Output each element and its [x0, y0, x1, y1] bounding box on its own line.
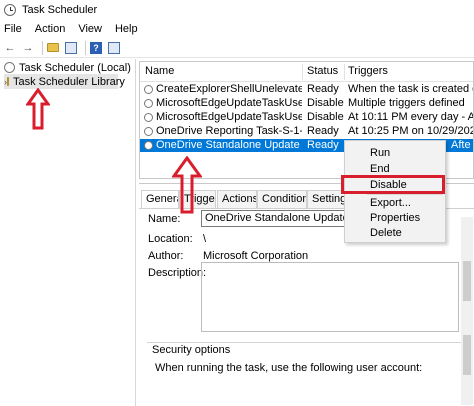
toolbar: ← → ? — [0, 38, 474, 58]
toolbar-separator — [42, 40, 43, 55]
task-triggers: At 10:11 PM every day - After — [348, 111, 473, 123]
security-options-heading: Security options — [152, 344, 231, 356]
description-label: Description: — [148, 267, 207, 279]
show-hide-tree-icon[interactable] — [64, 41, 78, 55]
author-value: Microsoft Corporation — [203, 250, 309, 262]
task-triggers: Multiple triggers defined — [348, 97, 465, 109]
task-triggers-visible-tail: Afte — [451, 139, 471, 151]
task-clock-icon — [144, 85, 153, 94]
scrollbar-thumb[interactable] — [463, 261, 471, 301]
location-value: \ — [203, 233, 207, 245]
table-row[interactable]: MicrosoftEdgeUpdateTaskUserS-1-5... Disa… — [140, 97, 473, 110]
security-options-text: When running the task, use the following… — [155, 362, 423, 374]
folder-icon — [47, 43, 59, 52]
folder-icon — [7, 77, 9, 86]
context-menu-properties[interactable]: Properties — [346, 210, 444, 226]
tree-library-label: Task Scheduler Library — [13, 75, 125, 88]
task-clock-icon — [144, 127, 153, 136]
window-title: Task Scheduler — [22, 4, 98, 16]
task-status: Disabled — [307, 97, 344, 109]
tab-conditions[interactable]: Conditions — [257, 190, 307, 208]
task-list-header: Name Status Triggers — [140, 62, 473, 82]
scrollbar-thumb[interactable] — [463, 335, 471, 375]
task-status: Ready — [307, 125, 339, 137]
details-scrollbar[interactable] — [461, 217, 473, 405]
column-separator[interactable] — [302, 64, 303, 80]
help-icon[interactable]: ? — [89, 41, 103, 55]
task-triggers: At 10:25 PM on 10/29/2024 - A — [348, 125, 473, 137]
question-mark-icon: ? — [90, 41, 102, 54]
task-name: OneDrive Reporting Task-S-1-5-21-... — [156, 125, 302, 137]
tree-item-task-scheduler-library[interactable]: › Task Scheduler Library — [4, 74, 125, 89]
column-header-status[interactable]: Status — [307, 65, 338, 77]
title-bar: Task Scheduler — [0, 0, 474, 20]
disable-highlight-box — [341, 175, 445, 194]
description-field[interactable] — [201, 262, 459, 332]
folder-up-icon[interactable] — [46, 41, 60, 55]
task-name-field[interactable]: OneDrive Standalone Update Task-S... — [201, 210, 355, 227]
location-label: Location: — [148, 233, 193, 245]
task-clock-icon — [144, 113, 153, 122]
name-label: Name: — [148, 213, 181, 225]
task-name: MicrosoftEdgeUpdateTaskUserS-1-5... — [156, 97, 302, 109]
menu-action[interactable]: Action — [35, 23, 66, 35]
annotation-arrow-up-icon — [172, 156, 202, 214]
task-clock-icon — [144, 141, 153, 150]
context-menu-delete[interactable]: Delete — [346, 225, 444, 241]
task-scheduler-clock-icon — [4, 4, 16, 16]
back-arrow-icon[interactable]: ← — [3, 41, 17, 55]
task-triggers: When the task is created or m — [348, 83, 473, 95]
tab-settings[interactable]: Settings — [307, 190, 345, 208]
panel-icon — [108, 41, 120, 54]
tree-root[interactable]: Task Scheduler (Local) — [4, 60, 131, 75]
menu-bar: File Action View Help — [0, 20, 474, 38]
toolbar-separator — [85, 40, 86, 55]
task-name: OneDrive Standalone Update Task-S... — [156, 139, 302, 151]
navigation-tree: Task Scheduler (Local) › Task Scheduler … — [0, 59, 136, 406]
table-row[interactable]: CreateExplorerShellUnelevatedTask Ready … — [140, 83, 473, 96]
column-header-name[interactable]: Name — [145, 65, 174, 77]
task-status: Ready — [307, 139, 339, 151]
menu-view[interactable]: View — [78, 23, 102, 35]
menu-file[interactable]: File — [4, 23, 22, 35]
author-label: Author: — [148, 250, 184, 262]
annotation-arrow-up-icon — [26, 88, 50, 130]
tree-root-label: Task Scheduler (Local) — [19, 61, 131, 74]
table-row[interactable]: MicrosoftEdgeUpdateTaskUserS-1-5... Disa… — [140, 111, 473, 124]
task-status: Ready — [307, 83, 339, 95]
column-header-triggers[interactable]: Triggers — [348, 65, 388, 77]
panel-icon — [65, 41, 77, 54]
context-menu-run[interactable]: Run — [346, 145, 444, 161]
table-row[interactable]: OneDrive Reporting Task-S-1-5-21-... Rea… — [140, 125, 473, 138]
task-name: CreateExplorerShellUnelevatedTask — [156, 83, 302, 95]
tab-actions[interactable]: Actions — [217, 190, 257, 208]
forward-arrow-icon[interactable]: → — [21, 41, 35, 55]
task-status: Disabled — [307, 111, 344, 123]
task-clock-icon — [144, 99, 153, 108]
action-pane-icon[interactable] — [107, 41, 121, 55]
clock-icon — [4, 62, 15, 73]
context-menu-export[interactable]: Export... — [346, 195, 444, 211]
menu-help[interactable]: Help — [115, 23, 138, 35]
task-name: MicrosoftEdgeUpdateTaskUserS-1-5... — [156, 111, 302, 123]
column-separator[interactable] — [344, 64, 345, 80]
